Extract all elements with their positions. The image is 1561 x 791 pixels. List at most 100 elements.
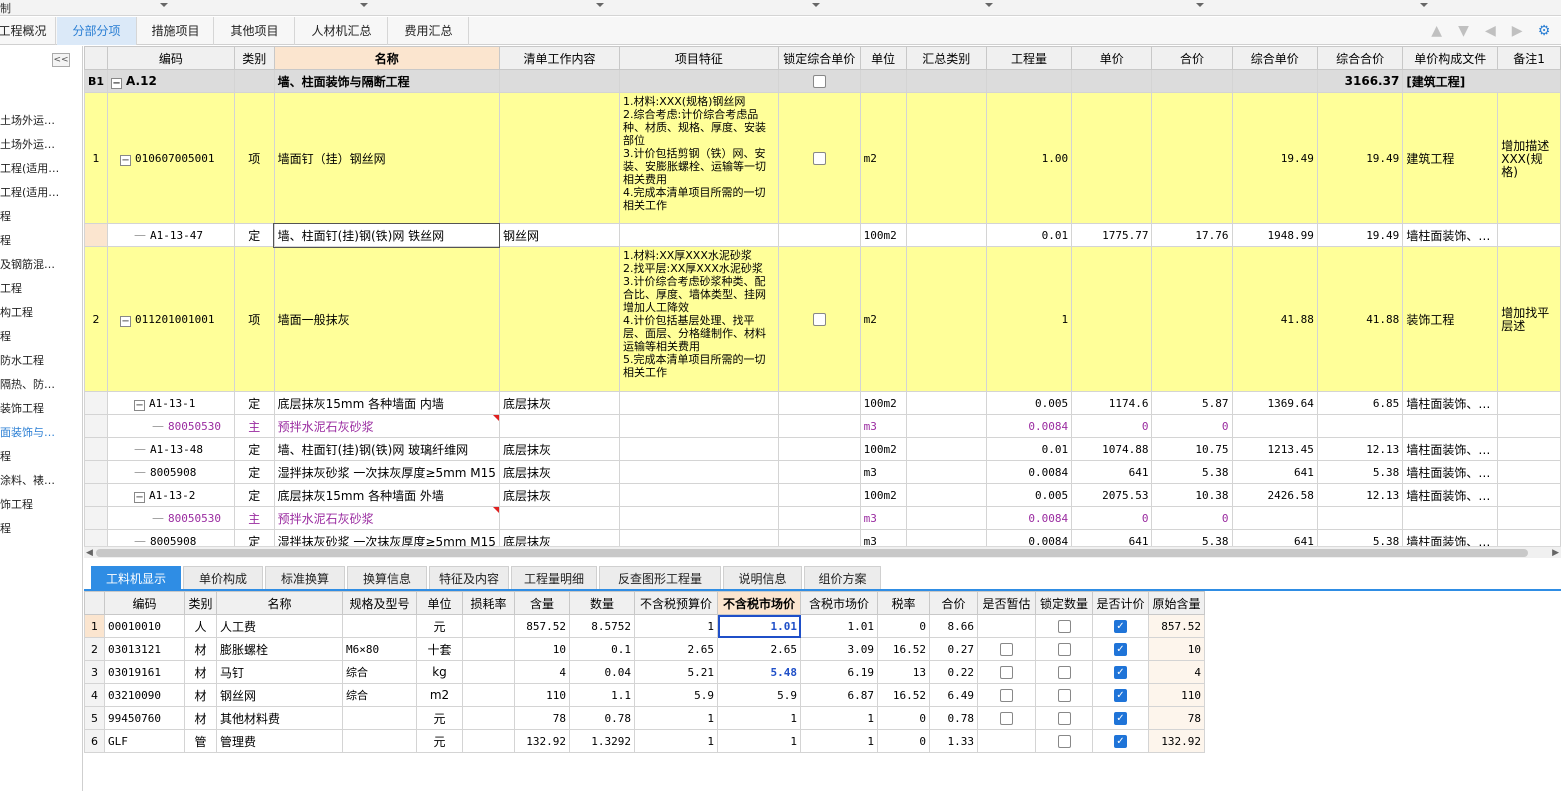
type-cell[interactable]: 定 [233, 483, 275, 507]
scroll-right-icon[interactable]: ▶ [1552, 547, 1559, 559]
qty-cell[interactable]: 0.005 [985, 391, 1073, 415]
resource-total-cell[interactable]: 8.66 [929, 614, 978, 638]
resource-name-cell[interactable]: 膨胀螺栓 [216, 637, 343, 661]
unit-comp-cell[interactable]: 1948.99 [1231, 223, 1318, 247]
comp-total-cell[interactable] [1316, 506, 1404, 530]
quota-row[interactable]: —8005908 定湿拌抹灰砂浆 一次抹灰厚度≥5mm M15 底层抹灰 m3 0.00… [84, 529, 1561, 546]
resource-orig-cell[interactable]: 10 [1148, 637, 1205, 661]
code-cell[interactable]: −010607005001 [107, 92, 235, 224]
unit-comp-cell[interactable]: 1213.45 [1231, 437, 1318, 461]
nav-item[interactable]: 及钢筋混… [0, 256, 55, 272]
resource-tax-market-cell[interactable]: 6.87 [800, 683, 878, 707]
unit-comp-cell[interactable] [1231, 506, 1318, 530]
header-content[interactable]: 清单工作内容 [498, 46, 621, 70]
summary-cell[interactable] [905, 246, 987, 392]
qty-cell[interactable]: 0.01 [985, 437, 1073, 461]
resource-content-cell[interactable]: 132.92 [514, 729, 570, 753]
section-file[interactable]: [建筑工程] [1402, 69, 1561, 93]
tab-cost-summary[interactable]: 费用汇总 [389, 17, 469, 45]
resource-type-cell[interactable]: 材 [184, 637, 217, 661]
name-cell[interactable]: 预拌水泥石灰砂浆 [273, 506, 500, 530]
resource-priced-cell[interactable]: ✓ [1092, 637, 1149, 661]
resource-rate-cell[interactable]: 16.52 [877, 637, 930, 661]
header-unit[interactable]: 单位 [859, 46, 907, 70]
resource-type-cell[interactable]: 材 [184, 660, 217, 684]
content-cell[interactable] [498, 414, 621, 438]
resource-lock-cell[interactable] [1035, 729, 1093, 753]
header-summary[interactable]: 汇总类别 [905, 46, 987, 70]
comp-total-cell[interactable]: 19.49 [1316, 223, 1404, 247]
code-cell[interactable]: —8005908 [107, 460, 235, 484]
note-cell[interactable] [1497, 223, 1561, 247]
rheader-type[interactable]: 类别 [184, 591, 217, 615]
type-cell[interactable]: 定 [233, 437, 275, 461]
price-cell[interactable]: 641 [1071, 460, 1153, 484]
resource-priced-cell[interactable]: ✓ [1092, 706, 1149, 730]
note-cell[interactable] [1497, 483, 1561, 507]
resource-qty-cell[interactable]: 1.3292 [569, 729, 635, 753]
content-cell[interactable] [498, 506, 621, 530]
tab-resource-display[interactable]: 工料机显示 [91, 566, 181, 590]
tab-other[interactable]: 其他项目 [215, 17, 295, 45]
resource-unit-cell[interactable]: 元 [416, 614, 463, 638]
bill-item-row[interactable]: 2−011201001001 项墙面一般抹灰 1.材料:XX厚XXX水泥砂浆 2.找… [84, 246, 1561, 392]
resource-unit-cell[interactable]: 元 [416, 729, 463, 753]
unit-cell[interactable]: 100m2 [859, 223, 907, 247]
type-cell[interactable]: 主 [233, 506, 275, 530]
estimate-checkbox[interactable] [1000, 666, 1013, 679]
content-cell[interactable]: 底层抹灰 [498, 529, 621, 546]
type-cell[interactable]: 定 [233, 529, 275, 546]
price-cell[interactable]: 1775.77 [1071, 223, 1153, 247]
resource-orig-cell[interactable]: 4 [1148, 660, 1205, 684]
code-cell[interactable]: — A1-13-47 [107, 223, 235, 247]
file-cell[interactable]: 墙柱面装饰、… [1402, 460, 1499, 484]
arrow-down-icon[interactable]: ▼ [1455, 22, 1473, 40]
resource-content-cell[interactable]: 857.52 [514, 614, 570, 638]
resource-est-cell[interactable] [977, 660, 1036, 684]
quota-row[interactable]: − A1-13-2 定底层抹灰15mm 各种墙面 外墙 底层抹灰 100m2 0.005 2… [84, 483, 1561, 507]
price-cell[interactable]: 2075.53 [1071, 483, 1153, 507]
resource-total-cell[interactable]: 1.33 [929, 729, 978, 753]
dropdown-arrow-icon[interactable] [1420, 3, 1428, 7]
resource-loss-cell[interactable] [462, 614, 515, 638]
feature-cell[interactable]: 1.材料:XXX(规格)钢丝网 2.综合考虑:计价综合考虑品种、材质、规格、厚度… [619, 92, 779, 224]
resource-market-cell[interactable]: 1 [717, 706, 801, 730]
file-cell[interactable]: 建筑工程 [1402, 92, 1499, 224]
lock-cell[interactable] [777, 437, 861, 461]
priced-checkbox[interactable]: ✓ [1114, 712, 1127, 725]
type-cell[interactable]: 项 [233, 92, 275, 224]
comp-total-cell[interactable] [1316, 414, 1404, 438]
resource-loss-cell[interactable] [462, 706, 515, 730]
rheader-loss[interactable]: 损耗率 [462, 591, 515, 615]
priced-checkbox[interactable]: ✓ [1114, 620, 1127, 633]
unit-comp-cell[interactable]: 641 [1231, 529, 1318, 546]
resource-market-cell[interactable]: 1.01 [717, 614, 801, 638]
rheader-orig[interactable]: 原始含量 [1148, 591, 1205, 615]
lock-cell[interactable] [777, 529, 861, 546]
nav-item[interactable]: 土场外运… [0, 136, 55, 152]
tab-overview[interactable]: 工程概况 [0, 17, 56, 45]
resource-lock-cell[interactable] [1035, 706, 1093, 730]
resource-qty-cell[interactable]: 0.04 [569, 660, 635, 684]
dropdown-arrow-icon[interactable] [985, 3, 993, 7]
file-cell[interactable] [1402, 414, 1499, 438]
content-cell[interactable]: 底层抹灰 [498, 391, 621, 415]
resource-content-cell[interactable]: 78 [514, 706, 570, 730]
total-cell[interactable]: 10.75 [1151, 437, 1233, 461]
resource-spec-cell[interactable] [342, 614, 417, 638]
qty-cell[interactable]: 0.0084 [985, 529, 1073, 546]
qty-cell[interactable]: 0.0084 [985, 460, 1073, 484]
lock-cell[interactable] [777, 414, 861, 438]
resource-tax-market-cell[interactable]: 3.09 [800, 637, 878, 661]
price-cell[interactable] [1071, 246, 1153, 392]
file-cell[interactable]: 墙柱面装饰、… [1402, 437, 1499, 461]
unit-cell[interactable]: m2 [859, 246, 907, 392]
resource-row[interactable]: 6 GLF 管管理费元 132.92 1.3292 1 1 1 0 1.33 ✓ 132.92 [84, 729, 1205, 753]
tab-sections[interactable]: 分部分项 [57, 17, 137, 45]
name-cell[interactable]: 墙、柱面钉(挂)钢(铁)网 玻璃纤维网 [273, 437, 500, 461]
price-cell[interactable] [1071, 92, 1153, 224]
lock-price-checkbox[interactable] [812, 313, 826, 326]
unit-cell[interactable]: m3 [859, 529, 907, 546]
lock-qty-checkbox[interactable] [1057, 666, 1071, 679]
nav-item[interactable]: 程 [0, 232, 11, 248]
